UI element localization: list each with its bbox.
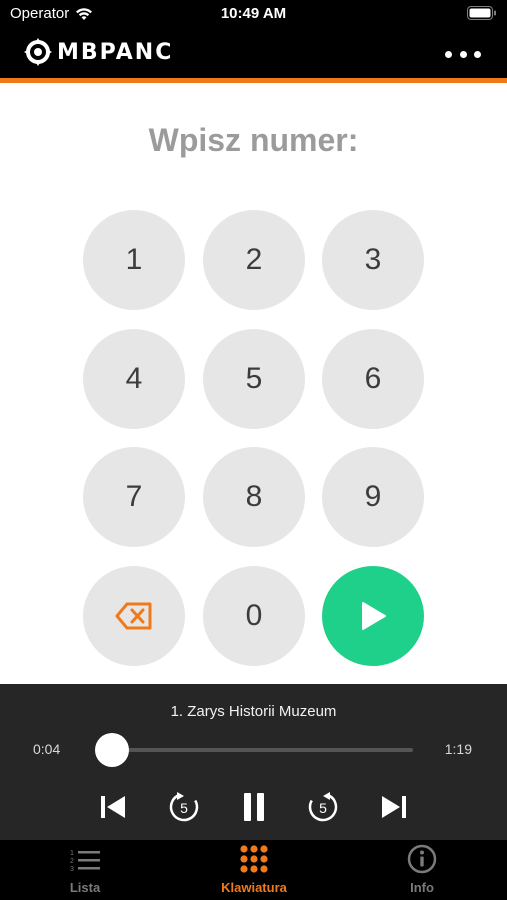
tab-info[interactable]: Info (362, 840, 482, 900)
key-5[interactable]: 5 (203, 329, 305, 429)
list-icon: 1 2 3 (70, 850, 100, 873)
rewind-5-button[interactable]: 5 (164, 787, 204, 827)
enter-number-prompt: Wpisz numer: (148, 122, 359, 158)
battery-icon (467, 6, 497, 25)
skip-next-icon (382, 796, 406, 818)
play-icon (362, 602, 386, 630)
backspace-button[interactable] (83, 566, 185, 666)
tab-lista-label: Lista (69, 880, 101, 895)
app-header: MBPANC (0, 30, 507, 78)
more-dot-icon (474, 50, 481, 58)
logo-text: MBPANC (57, 39, 174, 65)
forward-seconds-label: 5 (319, 800, 327, 816)
key-9[interactable]: 9 (322, 447, 424, 547)
pause-button[interactable] (234, 787, 274, 827)
tab-klawiatura-label: Klawiatura (221, 880, 287, 895)
skip-previous-icon (101, 796, 125, 818)
next-track-button[interactable] (374, 787, 414, 827)
backspace-icon (115, 602, 152, 630)
key-8[interactable]: 8 (203, 447, 305, 547)
pause-icon (244, 793, 264, 821)
more-options-button[interactable] (445, 42, 481, 66)
header-accent-line (0, 78, 507, 83)
key-2[interactable]: 2 (203, 210, 305, 310)
tab-info-label: Info (410, 880, 434, 895)
play-number-button[interactable] (322, 566, 424, 666)
rewind-seconds-label: 5 (180, 800, 188, 816)
key-4[interactable]: 4 (83, 329, 185, 429)
svg-text:3: 3 (70, 866, 74, 873)
key-3[interactable]: 3 (322, 210, 424, 310)
info-icon (407, 844, 437, 874)
track-title: 1. Zarys Historii Muzeum (170, 703, 337, 720)
rewind-5-icon: 5 (169, 792, 199, 822)
more-dot-icon (445, 50, 452, 58)
tab-klawiatura[interactable]: Klawiatura (194, 840, 314, 900)
forward-5-icon: 5 (308, 792, 338, 822)
logo-emblem-icon (24, 38, 52, 66)
tab-lista[interactable]: 1 2 3 Lista (25, 840, 145, 900)
key-1[interactable]: 1 (83, 210, 185, 310)
keypad-icon (240, 845, 268, 873)
key-6[interactable]: 6 (322, 329, 424, 429)
svg-text:2: 2 (70, 858, 74, 865)
audio-player: 1. Zarys Historii Muzeum 0:04 1:19 5 5 (0, 684, 507, 840)
key-0[interactable]: 0 (203, 566, 305, 666)
more-dot-icon (459, 50, 467, 58)
previous-track-button[interactable] (93, 787, 133, 827)
tab-bar: 1 2 3 Lista Klawiatura Info (0, 840, 507, 900)
key-7[interactable]: 7 (83, 447, 185, 547)
status-time: 10:49 AM (220, 5, 287, 22)
progress-thumb[interactable] (94, 733, 129, 767)
elapsed-time: 0:04 (33, 741, 61, 757)
total-time: 1:19 (444, 741, 472, 757)
forward-5-button[interactable]: 5 (303, 787, 343, 827)
status-bar: Operator 10:49 AM (0, 0, 507, 30)
svg-text:1: 1 (70, 850, 74, 857)
app-logo: MBPANC (24, 38, 173, 66)
progress-slider[interactable] (94, 733, 413, 767)
